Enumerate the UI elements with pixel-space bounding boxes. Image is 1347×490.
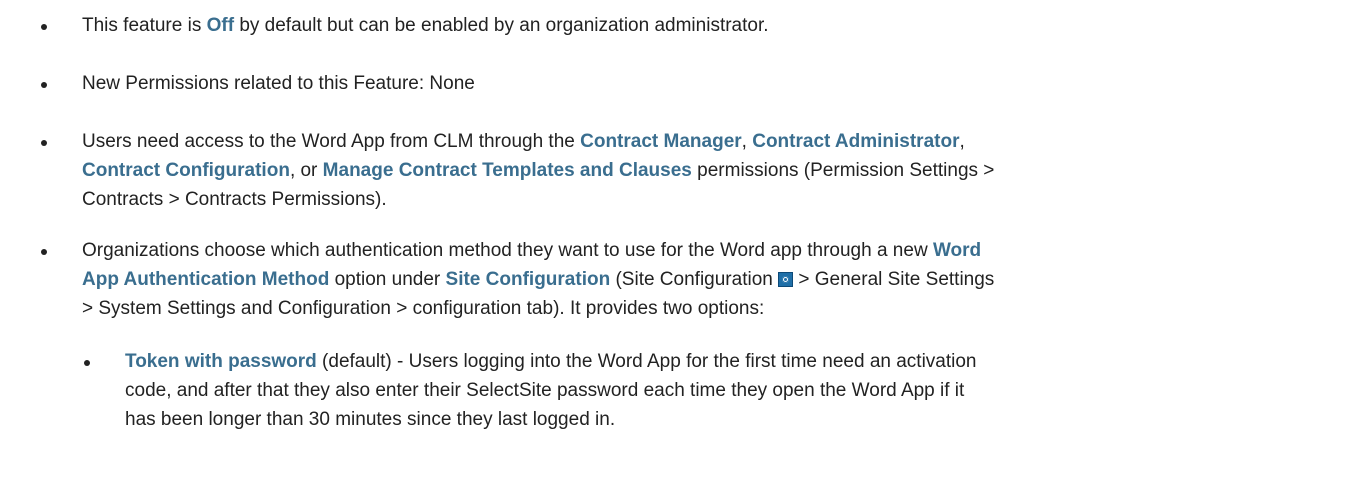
bullet-line: This feature is Off by default but can b… xyxy=(82,15,769,36)
bullet-line: code, and after that they also enter the… xyxy=(125,380,965,401)
document-body: This feature is Off by default but can b… xyxy=(0,0,1347,490)
keyword-app-authentication-method: App Authentication Method xyxy=(82,269,330,290)
keyword-word: Word xyxy=(932,240,982,261)
gear-icon xyxy=(778,272,794,287)
bullet-line: Contracts > Contracts Permissions). xyxy=(82,189,387,210)
bullet-line: has been longer than 30 minutes since th… xyxy=(125,409,616,430)
keyword-contract-manager: Contract Manager xyxy=(580,131,742,152)
bullet-marker xyxy=(39,80,49,90)
bullet-line: New Permissions related to this Feature:… xyxy=(82,73,475,94)
bullet-marker xyxy=(39,138,49,148)
bullet-line: Organizations choose which authenticatio… xyxy=(82,240,982,261)
keyword-off: Off xyxy=(206,15,235,36)
bullet-marker xyxy=(39,22,49,32)
bullet-marker xyxy=(82,358,92,368)
bullet-line: Token with password (default) - Users lo… xyxy=(125,351,977,372)
bullet-line: App Authentication Method option under S… xyxy=(82,269,995,290)
bullet-line: Contract Configuration, or Manage Contra… xyxy=(82,160,995,181)
keyword-token-with-password: Token with password xyxy=(125,351,317,372)
keyword-site-configuration: Site Configuration xyxy=(445,269,611,290)
bullet-line: > System Settings and Configuration > co… xyxy=(82,298,765,319)
bullet-marker xyxy=(39,247,49,257)
keyword-contract-configuration: Contract Configuration xyxy=(82,160,290,181)
keyword-contract-administrator: Contract Administrator xyxy=(752,131,960,152)
keyword-manage-contract-templates: Manage Contract Templates and Clauses xyxy=(322,160,692,181)
bullet-line: Users need access to the Word App from C… xyxy=(82,131,965,152)
